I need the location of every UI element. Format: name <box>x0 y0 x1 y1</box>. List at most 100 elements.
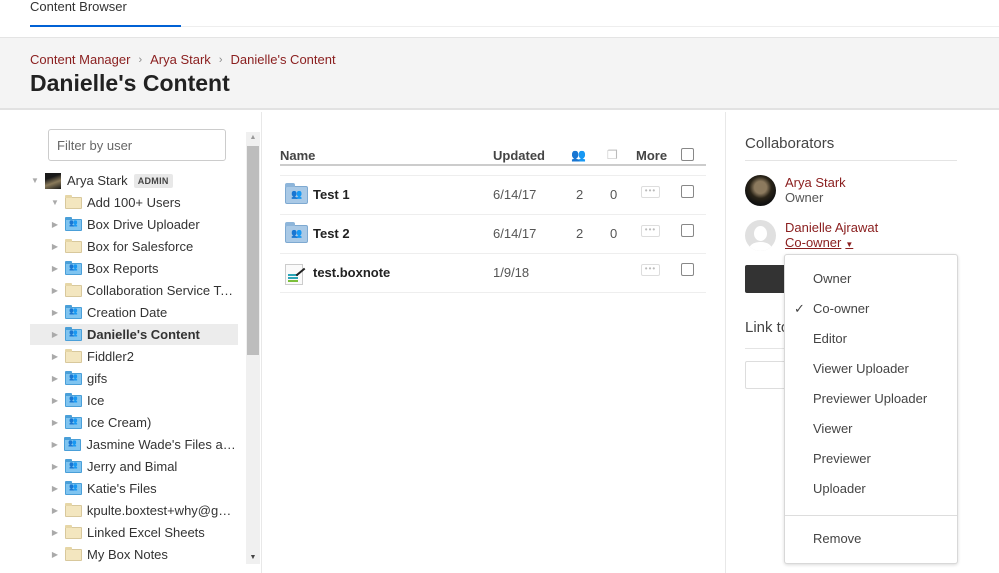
tab-divider <box>181 26 999 27</box>
collapsed-caret-icon[interactable]: ▶ <box>50 286 60 295</box>
filter-by-user-input[interactable] <box>48 129 226 161</box>
tree-item[interactable]: ▶ Box for Salesforce <box>30 236 238 257</box>
shared-folder-icon <box>285 222 308 243</box>
role-label: Co-owner <box>785 235 842 250</box>
collapsed-caret-icon[interactable]: ▶ <box>50 374 60 383</box>
collaborator-role: Owner <box>785 190 824 205</box>
row-checkbox[interactable] <box>681 185 694 198</box>
collapsed-caret-icon[interactable]: ▶ <box>50 242 60 251</box>
menu-item-viewer[interactable]: Viewer <box>785 416 957 442</box>
menu-item-editor[interactable]: Editor <box>785 326 957 352</box>
tree-item[interactable]: ▶ Creation Date <box>30 302 238 323</box>
tree-item[interactable]: ▶ My Box Notes <box>30 544 238 562</box>
tree-item[interactable]: ▶ Box Drive Uploader <box>30 214 238 235</box>
folder-icon <box>64 282 82 297</box>
menu-item-remove[interactable]: Remove <box>785 526 957 552</box>
tree-item[interactable]: ▶ Jerry and Bimal <box>30 456 238 477</box>
expanded-caret-icon[interactable]: ▼ <box>30 176 40 185</box>
people-icon: 👥 <box>571 148 586 162</box>
divider <box>745 160 957 161</box>
file-table: Name Updated 👥 ❐ More Test 16/14/1720•••… <box>280 146 706 293</box>
tree-item-label: Danielle's Content <box>87 327 200 342</box>
shared-folder-icon <box>285 183 308 204</box>
tree-item[interactable]: ▶ Collaboration Service Tea... <box>30 280 238 301</box>
row-updated: 6/14/17 <box>493 226 537 241</box>
tree-item-label: Box for Salesforce <box>87 239 194 254</box>
shared-folder-icon <box>65 480 82 495</box>
select-all-checkbox[interactable] <box>681 148 694 161</box>
menu-item-viewer-uploader[interactable]: Viewer Uploader <box>785 356 957 382</box>
collapsed-caret-icon[interactable]: ▶ <box>50 352 60 361</box>
collapsed-caret-icon[interactable]: ▶ <box>50 396 60 405</box>
more-options-button[interactable]: ••• <box>641 186 660 198</box>
tree-item[interactable]: ▶ Linked Excel Sheets <box>30 522 238 543</box>
tree-item[interactable]: ▼ Add 100+ Users <box>30 192 238 213</box>
column-header-updated[interactable]: Updated <box>493 148 545 163</box>
collaborator-name[interactable]: Arya Stark <box>785 175 846 190</box>
column-header-name[interactable]: Name <box>280 148 315 163</box>
row-checkbox[interactable] <box>681 224 694 237</box>
collapsed-caret-icon[interactable]: ▶ <box>50 462 60 471</box>
collapsed-caret-icon[interactable]: ▶ <box>50 220 60 229</box>
menu-item-previewer[interactable]: Previewer <box>785 446 957 472</box>
menu-item-previewer-uploader[interactable]: Previewer Uploader <box>785 386 957 412</box>
menu-divider <box>785 515 957 516</box>
table-row[interactable]: Test 26/14/1720••• <box>280 215 706 254</box>
tree-item[interactable]: ▶ gifs <box>30 368 238 389</box>
collapsed-caret-icon[interactable]: ▶ <box>50 330 60 339</box>
tree-scrollbar[interactable]: ▲ ▼ <box>246 132 260 564</box>
collapsed-caret-icon[interactable]: ▶ <box>50 440 59 449</box>
tree-item[interactable]: ▶ Jasmine Wade's Files and... <box>30 434 238 455</box>
collapsed-caret-icon[interactable]: ▶ <box>50 484 60 493</box>
collaborator-name[interactable]: Danielle Ajrawat <box>785 220 878 235</box>
folder-icon <box>65 524 82 539</box>
menu-item-uploader[interactable]: Uploader <box>785 476 957 502</box>
row-name[interactable]: test.boxnote <box>313 265 390 280</box>
collapsed-caret-icon[interactable]: ▶ <box>50 308 60 317</box>
collapsed-caret-icon[interactable]: ▶ <box>50 418 60 427</box>
breadcrumb-separator: › <box>138 53 143 66</box>
shared-folder-icon <box>65 370 82 385</box>
row-files-count: 0 <box>610 226 618 241</box>
row-name[interactable]: Test 1 <box>313 187 350 202</box>
collapsed-caret-icon[interactable]: ▶ <box>50 550 60 559</box>
collapsed-caret-icon[interactable]: ▶ <box>50 528 60 537</box>
admin-badge: ADMIN <box>133 173 173 188</box>
row-checkbox[interactable] <box>681 263 694 276</box>
breadcrumb-danielles-content[interactable]: Danielle's Content <box>230 52 335 67</box>
tab-content-browser[interactable]: Content Browser <box>30 0 181 27</box>
tree-item[interactable]: ▶ Danielle's Content <box>30 324 238 345</box>
tree-item[interactable]: ▶ Box Reports <box>30 258 238 279</box>
tree-item[interactable]: ▶ Ice Cream) <box>30 412 238 433</box>
tree-root-user[interactable]: ▼ Arya Stark ADMIN <box>30 170 238 191</box>
files-icon: ❐ <box>607 148 618 162</box>
folder-icon <box>65 194 82 209</box>
page-title: Danielle's Content <box>30 70 230 96</box>
menu-item-owner[interactable]: Owner <box>785 266 957 292</box>
row-updated: 1/9/18 <box>493 265 530 280</box>
folder-icon <box>65 238 82 253</box>
menu-item-co-owner[interactable]: ✓ Co-owner <box>785 296 957 322</box>
breadcrumb-arya-stark[interactable]: Arya Stark <box>150 52 211 67</box>
breadcrumb-separator: › <box>218 53 223 66</box>
expanded-caret-icon[interactable]: ▼ <box>50 198 60 207</box>
tree-item[interactable]: ▶ Katie's Files <box>30 478 238 499</box>
collapsed-caret-icon[interactable]: ▶ <box>50 506 60 515</box>
table-row[interactable]: test.boxnote 1/9/18 ••• <box>280 254 706 293</box>
collaborator-role-dropdown[interactable]: Co-owner ▼ <box>785 235 853 250</box>
table-row[interactable]: Test 16/14/1720••• <box>280 176 706 215</box>
more-options-button[interactable]: ••• <box>641 264 660 276</box>
scrollbar-thumb[interactable] <box>247 146 259 355</box>
user-tree-panel: ▼ Arya Stark ADMIN ▼ Add 100+ Users ▶ Box D… <box>0 112 262 573</box>
tree-item-label: Jasmine Wade's Files and... <box>86 437 238 452</box>
more-options-button[interactable]: ••• <box>641 225 660 237</box>
scroll-up-arrow-icon[interactable]: ▲ <box>246 132 260 144</box>
tree-item[interactable]: ▶ kpulte.boxtest+why@gm... <box>30 500 238 521</box>
row-name[interactable]: Test 2 <box>313 226 350 241</box>
breadcrumb-content-manager[interactable]: Content Manager <box>30 52 130 67</box>
scroll-down-arrow-icon[interactable]: ▼ <box>246 552 260 564</box>
collapsed-caret-icon[interactable]: ▶ <box>50 264 60 273</box>
tree-item[interactable]: ▶ Ice <box>30 390 238 411</box>
breadcrumb: Content Manager › Arya Stark › Danielle'… <box>30 52 336 67</box>
tree-item[interactable]: ▶ Fiddler2 <box>30 346 238 367</box>
